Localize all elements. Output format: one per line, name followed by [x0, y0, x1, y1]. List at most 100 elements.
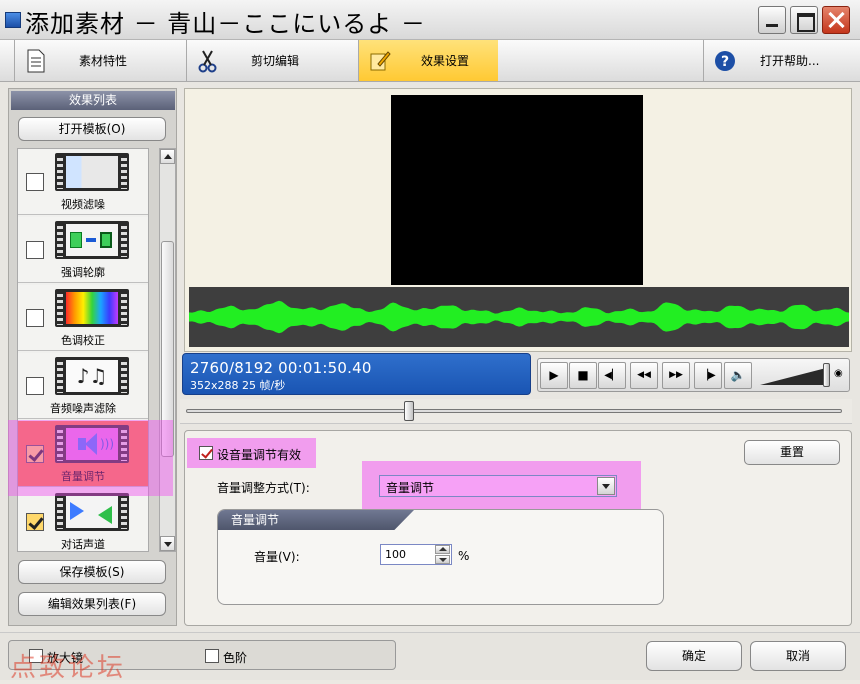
color-correction-icon [55, 289, 129, 327]
adjust-mode-label: 音量调整方式(T): [217, 481, 310, 495]
effect-item-edge-enhance[interactable]: 强调轮廓 [18, 217, 148, 283]
audio-noise-filter-icon: ♪♫ [55, 357, 129, 395]
effect-item-color-correction[interactable]: 色调校正 [18, 285, 148, 351]
volume-ramp [760, 367, 830, 385]
volume-group: 音量调节 音量(V): 100 % [217, 509, 664, 605]
tab-material-properties[interactable]: 素材特性 [14, 40, 154, 81]
tab-open-help[interactable]: ? 打开帮助... [703, 40, 848, 81]
effect-checkbox[interactable] [26, 309, 44, 327]
adjust-mode-select[interactable]: 音量调节 [379, 475, 617, 497]
speaker-icon: 🔈 [730, 368, 746, 382]
add-material-window: 添加素材 － 青山－ここにいるよ － 素材特性 剪切编辑 效果设置 ? 打开帮助… [0, 0, 860, 683]
window-title: 添加素材 － 青山－ここにいるよ － [25, 10, 426, 38]
fast-forward-button[interactable]: ▶▶ [662, 362, 690, 389]
volume-stepper[interactable]: 100 [380, 544, 452, 565]
save-template-button[interactable]: 保存模板(S) [18, 560, 166, 584]
speaker-button[interactable]: 🔈 [724, 362, 752, 389]
rewind-button[interactable]: ◀◀ [630, 362, 658, 389]
stop-button[interactable]: ■ [569, 362, 597, 389]
cancel-button[interactable]: 取消 [750, 641, 846, 671]
effects-panel: 效果列表 打开模板(O) 视频滤噪 强调轮廓 色调校正 ♪♫ 音频噪声滤除))… [8, 88, 177, 626]
audio-waveform[interactable] [189, 287, 849, 347]
enable-volume-checkbox[interactable] [199, 446, 213, 460]
open-template-button[interactable]: 打开模板(O) [18, 117, 166, 141]
volume-value: 100 [385, 548, 406, 561]
effects-panel-header: 效果列表 [11, 91, 175, 110]
seek-track[interactable] [186, 409, 842, 413]
video-info-readout: 352x288 25 帧/秒 [190, 379, 286, 392]
effect-checkbox[interactable] [26, 173, 44, 191]
volume-unit: % [458, 549, 470, 563]
scroll-down-arrow-icon[interactable] [160, 536, 175, 551]
title-bar: 添加素材 － 青山－ここにいるよ － [0, 0, 860, 40]
effect-item-video-denoise[interactable]: 视频滤噪 [18, 149, 148, 215]
volume-group-title: 音量调节 [218, 510, 414, 530]
effect-settings-panel: 设音量调节有效 重置 音量调整方式(T): 音量调节 音量调节 音量(V): 1… [184, 430, 852, 626]
time-display: 2760/8192 00:01:50.40 352x288 25 帧/秒 [182, 353, 531, 395]
effect-name: 色调校正 [61, 334, 105, 347]
effect-checkbox[interactable] [26, 241, 44, 259]
close-button[interactable] [822, 6, 850, 34]
tab-label: 素材特性 [79, 54, 128, 68]
play-icon: ▶ [549, 368, 559, 382]
stepper-down-icon[interactable] [435, 555, 450, 564]
volume-label: 音量(V): [254, 550, 300, 564]
chevron-down-icon[interactable] [597, 477, 615, 495]
effect-item-dialog-channel[interactable]: 对话声道 [18, 489, 148, 551]
effect-name: 对话声道 [61, 538, 105, 551]
edge-enhance-icon [55, 221, 129, 259]
next-frame-button[interactable]: ▕▶ [694, 362, 722, 389]
tab-cut-edit[interactable]: 剪切编辑 [186, 40, 326, 81]
minimize-button[interactable] [758, 6, 786, 34]
edit-effect-icon [370, 51, 391, 71]
effect-item-audio-noise-filter[interactable]: ♪♫ 音频噪声滤除 [18, 353, 148, 419]
effect-name: 音频噪声滤除 [50, 402, 116, 415]
footer: 放大镜 色阶 点致论坛 确定 取消 [0, 632, 860, 683]
prev-frame-button[interactable]: ◀▏ [598, 362, 626, 389]
frame-time-readout: 2760/8192 00:01:50.40 [190, 359, 372, 377]
tab-effect-settings[interactable]: 效果设置 [358, 40, 498, 81]
maximize-button[interactable] [790, 6, 818, 34]
volume-slider-knob[interactable] [822, 363, 830, 387]
seek-bar[interactable] [180, 399, 852, 424]
effect-checkbox[interactable] [26, 377, 44, 395]
stop-icon: ■ [577, 368, 589, 382]
app-icon [5, 12, 21, 28]
prev-frame-icon: ◀▏ [604, 370, 620, 381]
edit-effect-list-button[interactable]: 编辑效果列表(F) [18, 592, 166, 616]
video-preview [391, 95, 643, 285]
svg-text:?: ? [721, 54, 729, 70]
fast-forward-icon: ▶▶ [669, 370, 683, 380]
effect-name: 视频滤噪 [61, 198, 105, 211]
seek-thumb[interactable] [404, 401, 415, 421]
rewind-icon: ◀◀ [637, 370, 651, 380]
tab-label: 打开帮助... [760, 54, 820, 68]
ok-button[interactable]: 确定 [646, 641, 742, 671]
tab-label: 剪切编辑 [251, 54, 300, 68]
watermark-text: 点致论坛 [10, 653, 127, 683]
dialog-channel-icon [55, 493, 129, 531]
transport-controls: ▶ ■ ◀▏ ◀◀ ▶▶ ▕▶ 🔈 ◉ [537, 358, 850, 392]
waveform-shape [189, 300, 849, 334]
document-icon [27, 49, 45, 73]
next-frame-icon: ▕▶ [700, 370, 716, 381]
effect-checkbox[interactable] [26, 513, 44, 531]
enable-volume-label: 设音量调节有效 [217, 448, 302, 462]
tab-label: 效果设置 [421, 54, 470, 68]
effect-name: 强调轮廓 [61, 266, 105, 279]
color-scale-label: 色阶 [223, 651, 248, 665]
volume-speaker-icon: ◉ [834, 368, 843, 379]
play-button[interactable]: ▶ [540, 362, 568, 389]
scissors-icon [198, 50, 217, 73]
selection-highlight [8, 420, 173, 496]
scroll-up-arrow-icon[interactable] [160, 149, 175, 164]
preview-area [184, 88, 852, 352]
volume-slider[interactable]: ◉ [756, 362, 846, 389]
adjust-mode-value: 音量调节 [386, 481, 435, 495]
help-icon: ? [715, 51, 735, 71]
tab-bar: 素材特性 剪切编辑 效果设置 ? 打开帮助... [0, 40, 860, 82]
video-denoise-icon [55, 153, 129, 191]
reset-button[interactable]: 重置 [744, 440, 840, 465]
color-scale-checkbox[interactable] [205, 649, 219, 663]
stepper-up-icon[interactable] [435, 545, 450, 554]
